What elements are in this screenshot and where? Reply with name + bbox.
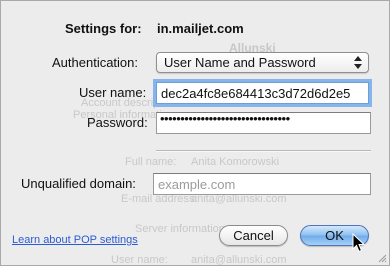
- user-name-label: User name:: [79, 85, 147, 100]
- up-down-arrows-icon: [354, 56, 362, 69]
- learn-about-pop-link[interactable]: Learn about POP settings: [12, 234, 138, 246]
- authentication-value: User Name and Password: [164, 55, 316, 70]
- background-text: anita@allunski.com: [191, 254, 287, 266]
- settings-for-label: Settings for:: [65, 21, 142, 36]
- mouse-pointer-icon: [352, 233, 365, 253]
- pop-settings-sheet: Allunski Account description Personal in…: [0, 0, 390, 266]
- cancel-button[interactable]: Cancel: [219, 225, 288, 246]
- authentication-popup[interactable]: User Name and Password: [156, 52, 369, 73]
- user-name-field[interactable]: dec2a4fc8e684413c3d72d6d2e5: [156, 82, 369, 104]
- unqualified-domain-label: Unqualified domain:: [21, 176, 136, 191]
- background-text: User name:: [111, 254, 168, 266]
- background-text: Server information: [135, 223, 225, 235]
- unqualified-domain-placeholder: example.com: [158, 177, 236, 192]
- authentication-label: Authentication:: [52, 55, 139, 70]
- resize-grip-icon[interactable]: [377, 253, 387, 263]
- background-text: Anita Komorowski: [191, 156, 280, 168]
- password-field[interactable]: ••••••••••••••••••••••••••••••••: [156, 112, 371, 134]
- unqualified-domain-field[interactable]: example.com: [153, 173, 371, 195]
- account-name: in.mailjet.com: [157, 21, 244, 36]
- password-label: Password:: [87, 115, 148, 130]
- background-text: Full name:: [125, 156, 177, 168]
- user-name-value: dec2a4fc8e684413c3d72d6d2e5: [161, 86, 351, 101]
- separator: [156, 150, 371, 152]
- password-masked-value: ••••••••••••••••••••••••••••••••: [160, 112, 290, 126]
